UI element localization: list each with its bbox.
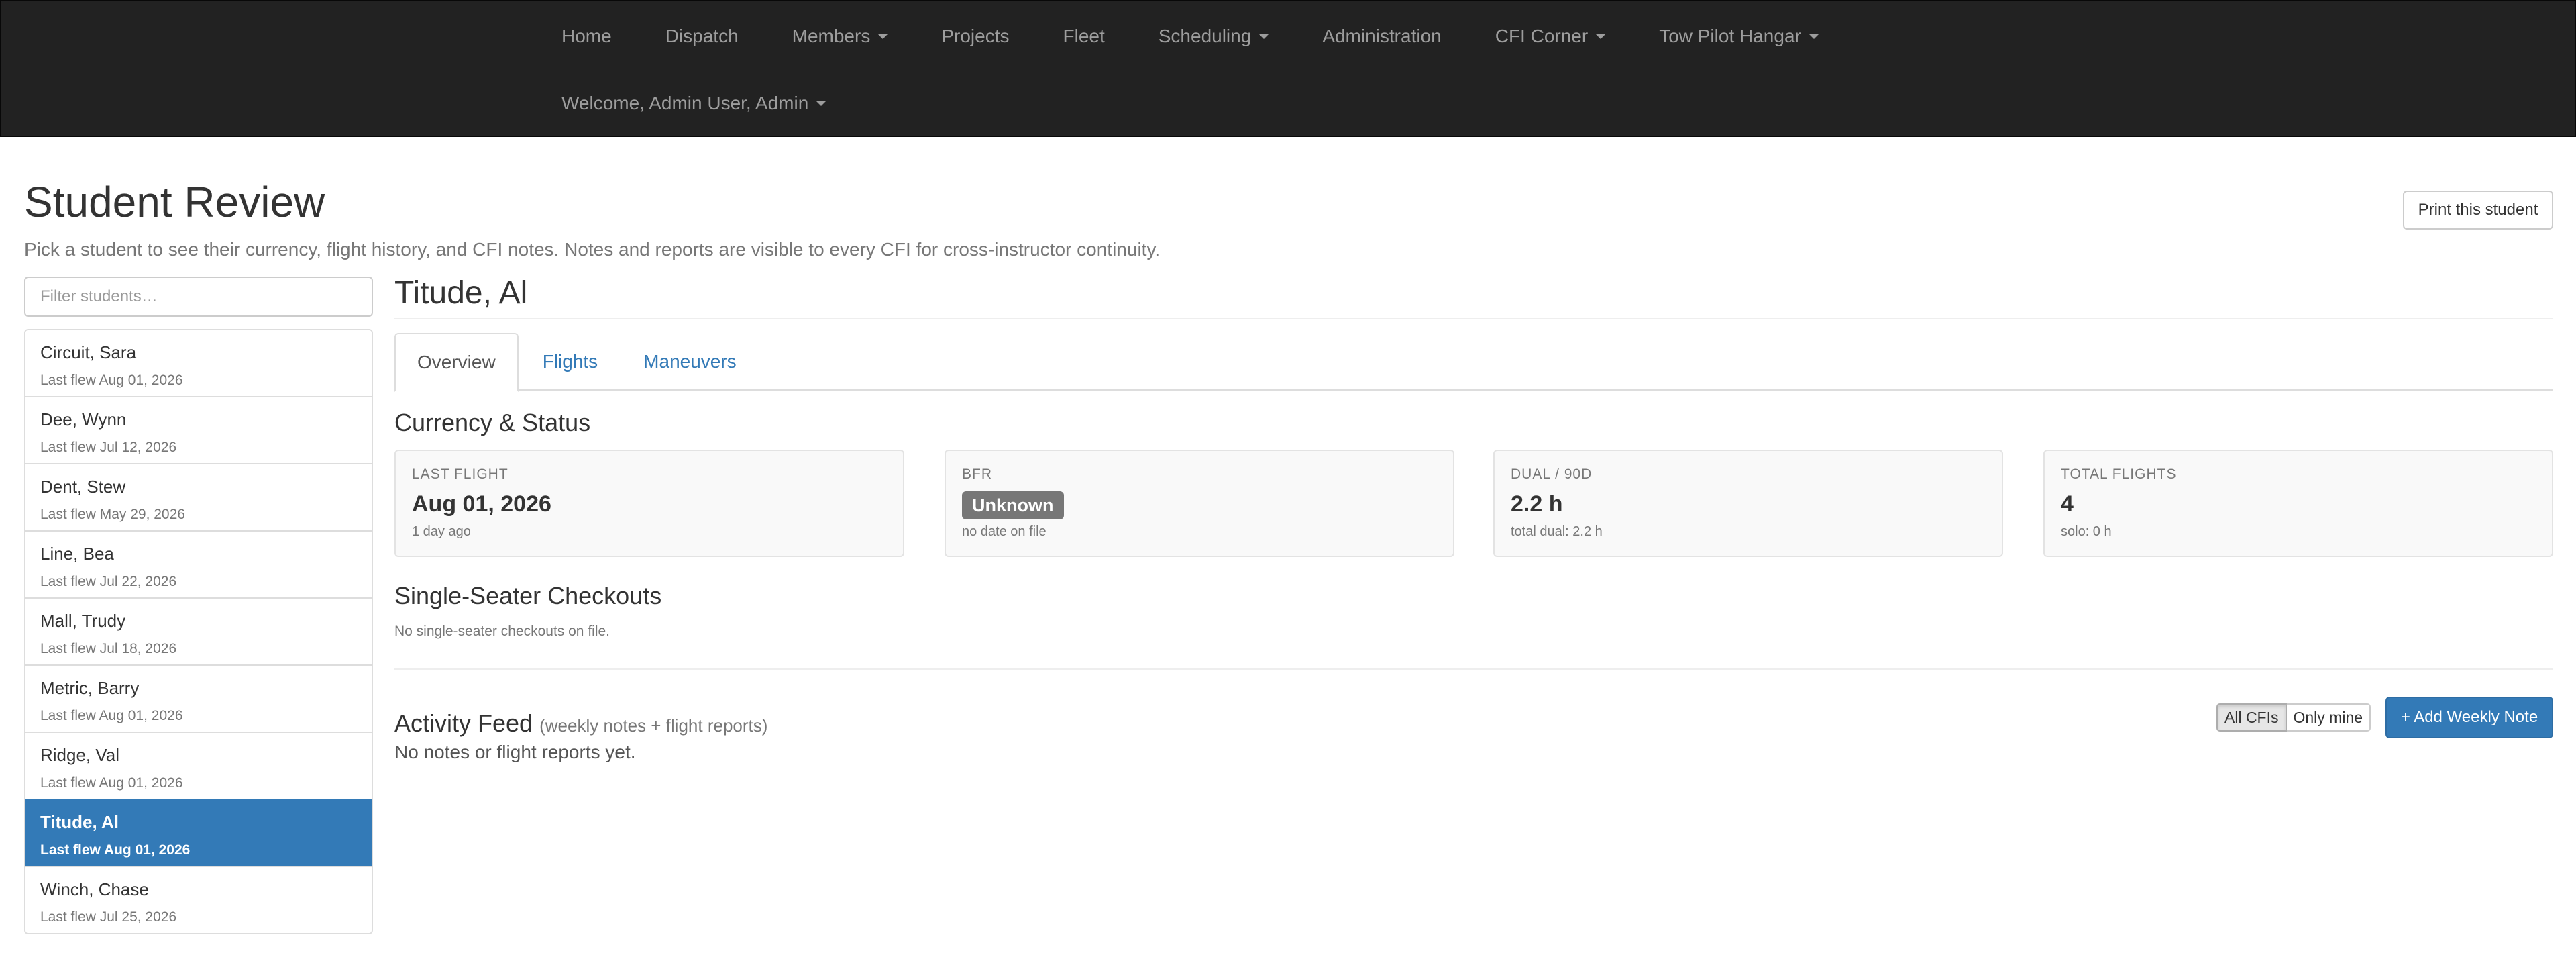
page-title: Student Review [24, 178, 325, 226]
caret-down-icon [878, 34, 888, 39]
filter-students-input[interactable] [24, 277, 373, 317]
nav-administration[interactable]: Administration [1295, 3, 1468, 70]
student-last-flew: Last flew Aug 01, 2026 [40, 775, 183, 791]
student-list-item[interactable]: Line, Bea Last flew Jul 22, 2026 [25, 530, 372, 597]
card-label: TOTAL FLIGHTS [2061, 466, 2177, 482]
student-list-item[interactable]: Winch, Chase Last flew Jul 25, 2026 [25, 866, 372, 933]
caret-down-icon [1596, 34, 1606, 39]
student-name: Dee, Wynn [40, 409, 127, 430]
tab-overview[interactable]: Overview [394, 333, 519, 392]
student-list: Circuit, Sara Last flew Aug 01, 2026 Dee… [24, 329, 373, 934]
checkouts-empty-text: No single-seater checkouts on file. [394, 623, 610, 639]
card-value: 4 [2061, 491, 2074, 517]
card-label: LAST FLIGHT [412, 466, 508, 482]
status-badge: Unknown [962, 491, 1064, 519]
add-weekly-note-button[interactable]: + Add Weekly Note [2385, 697, 2553, 738]
nav-user-row: Welcome, Admin User, Admin [535, 70, 853, 137]
only-mine-toggle[interactable]: Only mine [2286, 703, 2371, 732]
student-list-item-selected[interactable]: Titude, Al Last flew Aug 01, 2026 [25, 799, 372, 866]
card-sub: 1 day ago [412, 524, 471, 539]
student-name: Winch, Chase [40, 879, 149, 899]
card-value: 2.2 h [1511, 491, 1563, 517]
student-list-item[interactable]: Dent, Stew Last flew May 29, 2026 [25, 463, 372, 530]
card-sub: total dual: 2.2 h [1511, 524, 1603, 539]
caret-down-icon [816, 101, 826, 106]
student-last-flew: Last flew Jul 22, 2026 [40, 574, 177, 589]
card-sub: no date on file [962, 524, 1046, 539]
student-last-flew: Last flew May 29, 2026 [40, 507, 185, 522]
student-name: Line, Bea [40, 544, 114, 564]
currency-cards: LAST FLIGHT Aug 01, 2026 1 day ago BFR U… [394, 450, 2553, 557]
caret-down-icon [1259, 34, 1269, 39]
print-student-button[interactable]: Print this student [2403, 191, 2553, 230]
nav-tow-pilot-hangar-dropdown[interactable]: Tow Pilot Hangar [1632, 3, 1845, 70]
tab-flights[interactable]: Flights [521, 333, 619, 391]
nav-cfi-corner-dropdown[interactable]: CFI Corner [1468, 3, 1632, 70]
student-list-item[interactable]: Circuit, Sara Last flew Aug 01, 2026 [25, 330, 372, 396]
student-last-flew: Last flew Aug 01, 2026 [40, 372, 183, 388]
nav-fleet[interactable]: Fleet [1036, 3, 1132, 70]
top-navbar: Home Dispatch Members Projects Fleet Sch… [0, 0, 2576, 137]
student-name: Metric, Barry [40, 678, 140, 698]
welcome-user-dropdown[interactable]: Welcome, Admin User, Admin [535, 70, 853, 137]
nav-members-dropdown[interactable]: Members [765, 3, 915, 70]
student-last-flew: Last flew Aug 01, 2026 [40, 842, 191, 858]
student-last-flew: Last flew Jul 12, 2026 [40, 440, 177, 455]
student-list-item[interactable]: Mall, Trudy Last flew Jul 18, 2026 [25, 597, 372, 664]
last-flight-card: LAST FLIGHT Aug 01, 2026 1 day ago [394, 450, 904, 557]
student-list-item[interactable]: Ridge, Val Last flew Aug 01, 2026 [25, 732, 372, 799]
divider [394, 668, 2553, 670]
page-subtitle: Pick a student to see their currency, fl… [24, 239, 1161, 260]
total-flights-card: TOTAL FLIGHTS 4 solo: 0 h [2043, 450, 2553, 557]
nav-scheduling-dropdown[interactable]: Scheduling [1132, 3, 1296, 70]
divider [394, 318, 2553, 319]
nav-home[interactable]: Home [535, 3, 639, 70]
dual-card: DUAL / 90D 2.2 h total dual: 2.2 h [1493, 450, 2003, 557]
currency-status-heading: Currency & Status [394, 409, 591, 436]
card-label: BFR [962, 466, 992, 482]
student-name: Circuit, Sara [40, 342, 137, 362]
student-name: Ridge, Val [40, 745, 120, 765]
student-tabs: Overview Flights Maneuvers [394, 333, 2553, 392]
card-sub: solo: 0 h [2061, 524, 2112, 539]
cfi-filter-toggle: All CFIs Only mine [2216, 703, 2371, 732]
caret-down-icon [1809, 34, 1819, 39]
checkouts-heading: Single-Seater Checkouts [394, 582, 662, 609]
card-value: Aug 01, 2026 [412, 491, 551, 517]
bfr-card: BFR Unknown no date on file [945, 450, 1454, 557]
student-name: Dent, Stew [40, 476, 126, 497]
nav-projects[interactable]: Projects [914, 3, 1036, 70]
student-last-flew: Last flew Jul 25, 2026 [40, 909, 177, 925]
student-last-flew: Last flew Aug 01, 2026 [40, 708, 183, 723]
activity-empty-text: No notes or flight reports yet. [394, 742, 636, 762]
student-heading: Titude, Al [394, 275, 528, 311]
student-name: Titude, Al [40, 812, 119, 832]
activity-feed-subtitle: (weekly notes + flight reports) [539, 715, 768, 736]
activity-feed-heading: Activity Feed (weekly notes + flight rep… [394, 709, 767, 740]
student-list-item[interactable]: Dee, Wynn Last flew Jul 12, 2026 [25, 396, 372, 463]
student-name: Mall, Trudy [40, 611, 126, 631]
activity-feed-title: Activity Feed [394, 709, 533, 737]
nav-menu: Home Dispatch Members Projects Fleet Sch… [535, 3, 1845, 70]
nav-dispatch[interactable]: Dispatch [639, 3, 765, 70]
card-label: DUAL / 90D [1511, 466, 1593, 482]
all-cfis-toggle[interactable]: All CFIs [2216, 703, 2287, 732]
tab-maneuvers[interactable]: Maneuvers [622, 333, 758, 391]
student-list-item[interactable]: Metric, Barry Last flew Aug 01, 2026 [25, 664, 372, 732]
student-last-flew: Last flew Jul 18, 2026 [40, 641, 177, 656]
